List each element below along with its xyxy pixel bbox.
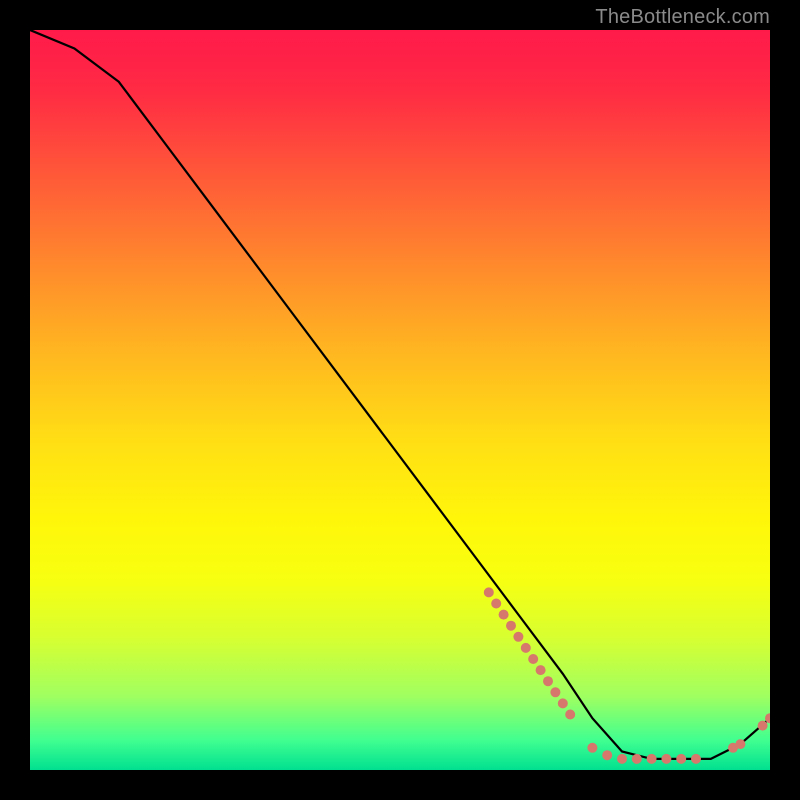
watermark-text: TheBottleneck.com [595, 6, 770, 29]
highlight-dot [587, 743, 597, 753]
highlight-dot [632, 754, 642, 764]
highlight-dot [558, 698, 568, 708]
highlight-dot [661, 754, 671, 764]
highlight-dot [543, 676, 553, 686]
highlight-dot [521, 643, 531, 653]
highlight-dot [758, 721, 768, 731]
highlight-dot [565, 710, 575, 720]
highlight-dot [491, 599, 501, 609]
highlight-dot [506, 621, 516, 631]
highlight-dot [536, 665, 546, 675]
highlight-dot [691, 754, 701, 764]
highlight-dots [484, 587, 770, 764]
highlight-dot [617, 754, 627, 764]
chart-svg [30, 30, 770, 770]
highlight-dot [513, 632, 523, 642]
highlight-dot [528, 654, 538, 664]
highlight-dot [550, 687, 560, 697]
highlight-dot [499, 610, 509, 620]
highlight-dot [735, 739, 745, 749]
highlight-dot [484, 587, 494, 597]
plot-area [30, 30, 770, 770]
bottleneck-curve [30, 30, 770, 759]
chart-container: TheBottleneck.com [0, 0, 800, 800]
highlight-dot [676, 754, 686, 764]
highlight-dot [602, 750, 612, 760]
highlight-dot [647, 754, 657, 764]
